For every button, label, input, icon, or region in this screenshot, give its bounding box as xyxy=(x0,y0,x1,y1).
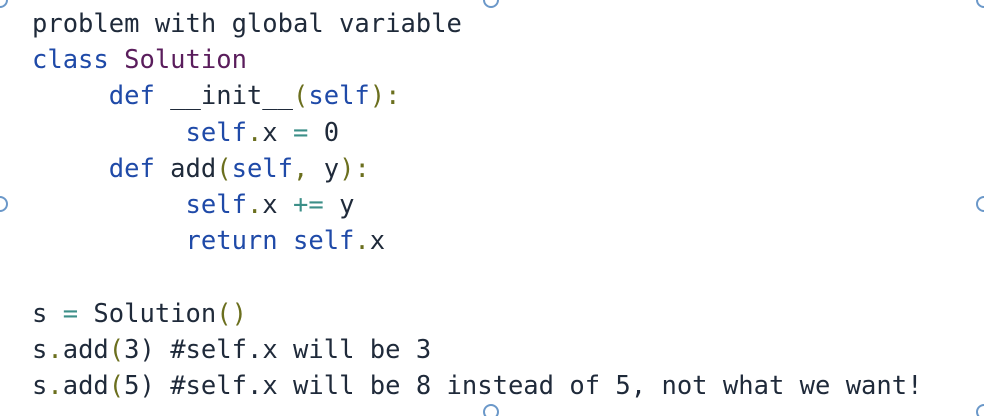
code-token: def xyxy=(32,81,171,112)
code-token: ( xyxy=(108,334,125,365)
code-token: = xyxy=(62,298,79,329)
selection-handle-top-right[interactable] xyxy=(976,0,984,8)
code-token: 0 xyxy=(308,117,340,148)
code-token: s xyxy=(32,298,63,329)
code-token: add xyxy=(62,370,109,401)
code-token: ( xyxy=(216,153,232,184)
slide-canvas: problem with global variable class Soluti… xyxy=(0,0,984,416)
code-token: def xyxy=(32,153,171,184)
code-token: s xyxy=(32,370,48,401)
code-token: += xyxy=(293,189,324,220)
code-line: s = Solution() xyxy=(32,296,922,332)
code-token: y xyxy=(323,189,355,220)
selection-handle-bottom-middle[interactable] xyxy=(483,404,499,416)
code-token: . xyxy=(354,226,370,257)
code-token: return xyxy=(32,226,293,257)
code-line: def add(self, y): xyxy=(32,151,922,187)
code-token: ( xyxy=(108,370,125,401)
code-token: self xyxy=(32,117,247,148)
code-token: add xyxy=(62,334,109,365)
code-line: class Solution xyxy=(32,42,922,78)
code-token: x xyxy=(262,117,294,148)
code-token: () xyxy=(216,298,247,329)
code-token: y xyxy=(323,153,340,184)
code-token: add xyxy=(170,153,217,184)
code-line: problem with global variable xyxy=(32,6,922,42)
code-token: . xyxy=(47,334,63,365)
code-token: class xyxy=(32,45,125,76)
code-token: x xyxy=(369,226,386,257)
code-token: ): xyxy=(339,153,370,184)
code-token: s xyxy=(32,334,48,365)
code-token: 3 xyxy=(124,334,140,365)
code-token: ): xyxy=(369,81,401,112)
selection-handle-top-left[interactable] xyxy=(0,0,8,8)
code-line: return self.x xyxy=(32,223,922,259)
code-line: self.x = 0 xyxy=(32,115,922,151)
code-token: Solution xyxy=(78,298,217,329)
code-line: def __init__(self): xyxy=(32,78,922,114)
selection-handle-middle-right[interactable] xyxy=(976,196,984,212)
code-token: x xyxy=(262,189,294,220)
code-token: __init__ xyxy=(170,81,293,112)
code-token: Solution xyxy=(124,45,247,76)
code-token: self xyxy=(231,153,294,184)
code-text-box[interactable]: problem with global variable class Soluti… xyxy=(32,6,922,404)
code-token: ) #self.x will be 8 instead of 5, not wh… xyxy=(139,370,923,401)
code-token: ) #self.x will be 3 xyxy=(139,334,432,365)
code-token: 5 xyxy=(124,370,140,401)
code-token: . xyxy=(246,117,263,148)
selection-handle-bottom-right[interactable] xyxy=(976,404,984,416)
code-line: s.add(3) #self.x will be 3 xyxy=(32,332,922,368)
code-token: = xyxy=(293,117,309,148)
selection-handle-middle-left[interactable] xyxy=(0,196,8,212)
code-token: . xyxy=(47,370,63,401)
code-token: , xyxy=(293,153,324,184)
code-token: self xyxy=(293,226,355,257)
code-token: self xyxy=(308,81,370,112)
code-token: self xyxy=(32,189,247,220)
code-token: . xyxy=(246,189,263,220)
code-token: problem with global variable xyxy=(32,9,462,39)
code-line: self.x += y xyxy=(32,187,922,223)
code-token: ( xyxy=(293,81,309,112)
code-line: s.add(5) #self.x will be 8 instead of 5,… xyxy=(32,368,922,404)
